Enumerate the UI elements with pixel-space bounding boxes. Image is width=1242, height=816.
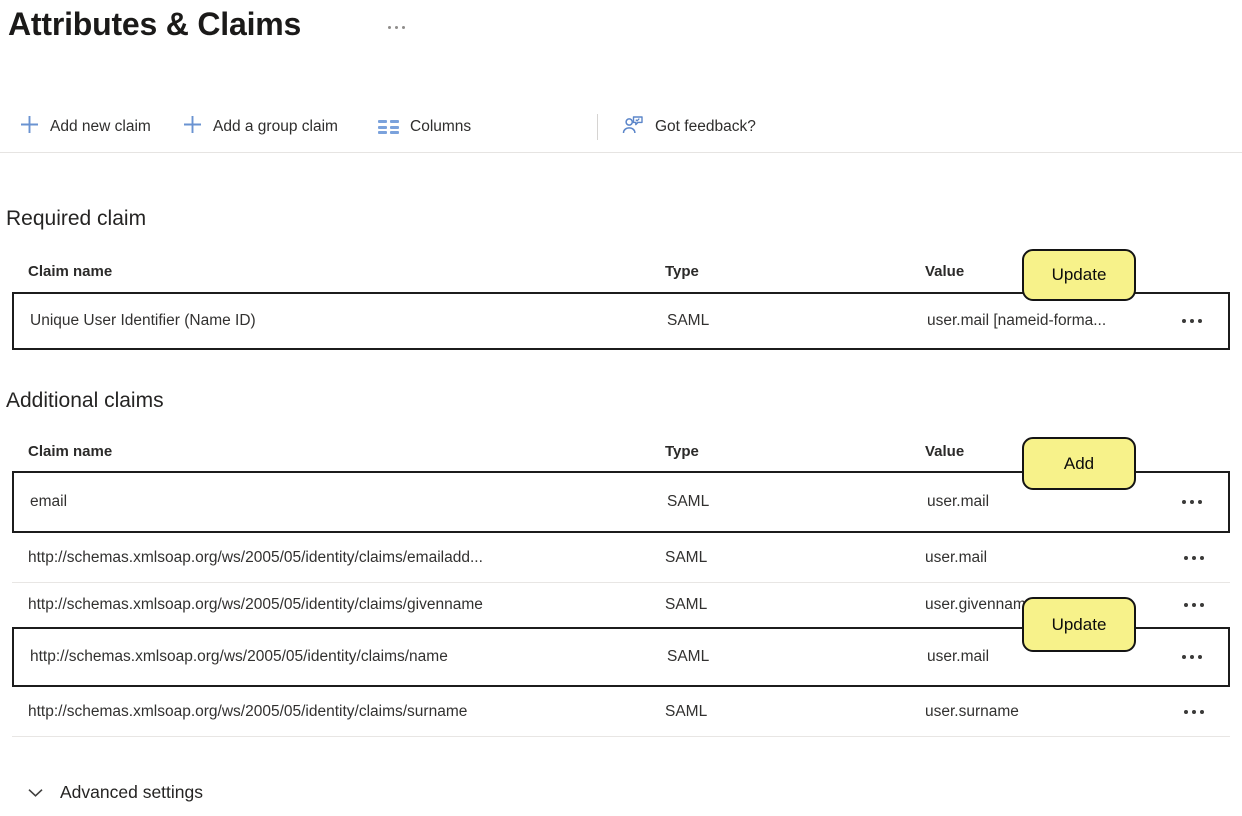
claim-value-cell: user.mail [nameid-forma...: [927, 312, 1107, 329]
toolbar-divider: [597, 114, 598, 140]
table-row-emailaddress[interactable]: http://schemas.xmlsoap.org/ws/2005/05/id…: [12, 533, 1230, 583]
page-title: Attributes & Claims: [8, 6, 302, 42]
claim-value-cell: user.surname: [925, 702, 1019, 720]
column-header-claim-name: Claim name: [28, 442, 113, 460]
annotation-note-update-required: Update: [1022, 249, 1136, 301]
table-row-surname[interactable]: http://schemas.xmlsoap.org/ws/2005/05/id…: [12, 687, 1230, 737]
claim-type-cell: SAML: [667, 648, 710, 665]
claim-name-cell: email: [30, 493, 68, 510]
columns-button[interactable]: Columns: [378, 103, 471, 151]
feedback-person-icon: [622, 115, 644, 140]
advanced-settings-toggle[interactable]: Advanced settings: [28, 782, 203, 803]
claim-name-cell: http://schemas.xmlsoap.org/ws/2005/05/id…: [28, 596, 483, 613]
attributes-claims-page: Attributes & Claims Add new claim Add a …: [0, 0, 1242, 816]
claim-name-cell: http://schemas.xmlsoap.org/ws/2005/05/id…: [30, 648, 448, 665]
annotation-note-add-email: Add: [1022, 437, 1136, 490]
more-options-icon[interactable]: [1182, 651, 1202, 663]
claim-value-cell: user.mail: [925, 548, 988, 566]
chevron-down-icon: [28, 782, 43, 803]
claim-name-cell: Unique User Identifier (Name ID): [30, 312, 256, 329]
got-feedback-label: Got feedback?: [655, 118, 756, 135]
add-group-claim-button[interactable]: Add a group claim: [183, 103, 338, 151]
advanced-settings-label: Advanced settings: [60, 782, 204, 802]
column-header-type: Type: [665, 263, 699, 280]
more-options-icon[interactable]: [1182, 496, 1202, 508]
more-options-icon[interactable]: [1184, 552, 1204, 564]
claim-type-cell: SAML: [665, 548, 708, 566]
claim-name-cell: http://schemas.xmlsoap.org/ws/2005/05/id…: [28, 548, 483, 566]
claim-type-cell: SAML: [665, 596, 708, 613]
add-new-claim-label: Add new claim: [50, 118, 151, 135]
plus-icon: [20, 115, 39, 139]
columns-label: Columns: [410, 118, 472, 135]
command-bar: Add new claim Add a group claim Columns: [0, 103, 1242, 153]
got-feedback-button[interactable]: Got feedback?: [622, 103, 756, 151]
column-header-claim-name: Claim name: [28, 263, 113, 280]
annotation-note-update-name: Update: [1022, 597, 1136, 652]
claim-type-cell: SAML: [667, 493, 710, 510]
columns-icon: [378, 120, 399, 134]
title-more-icon[interactable]: [388, 26, 405, 29]
claim-type-cell: SAML: [667, 312, 710, 329]
required-claim-heading: Required claim: [6, 207, 147, 230]
add-new-claim-button[interactable]: Add new claim: [20, 103, 151, 151]
claim-name-cell: http://schemas.xmlsoap.org/ws/2005/05/id…: [28, 702, 468, 720]
more-options-icon[interactable]: [1184, 599, 1204, 611]
additional-claims-heading: Additional claims: [6, 389, 164, 412]
plus-icon: [183, 115, 202, 139]
more-options-icon[interactable]: [1182, 315, 1202, 327]
more-options-icon[interactable]: [1184, 706, 1204, 718]
claim-type-cell: SAML: [665, 702, 708, 720]
add-group-claim-label: Add a group claim: [213, 118, 338, 135]
claim-value-cell: user.mail: [927, 493, 990, 510]
column-header-type: Type: [665, 442, 699, 460]
